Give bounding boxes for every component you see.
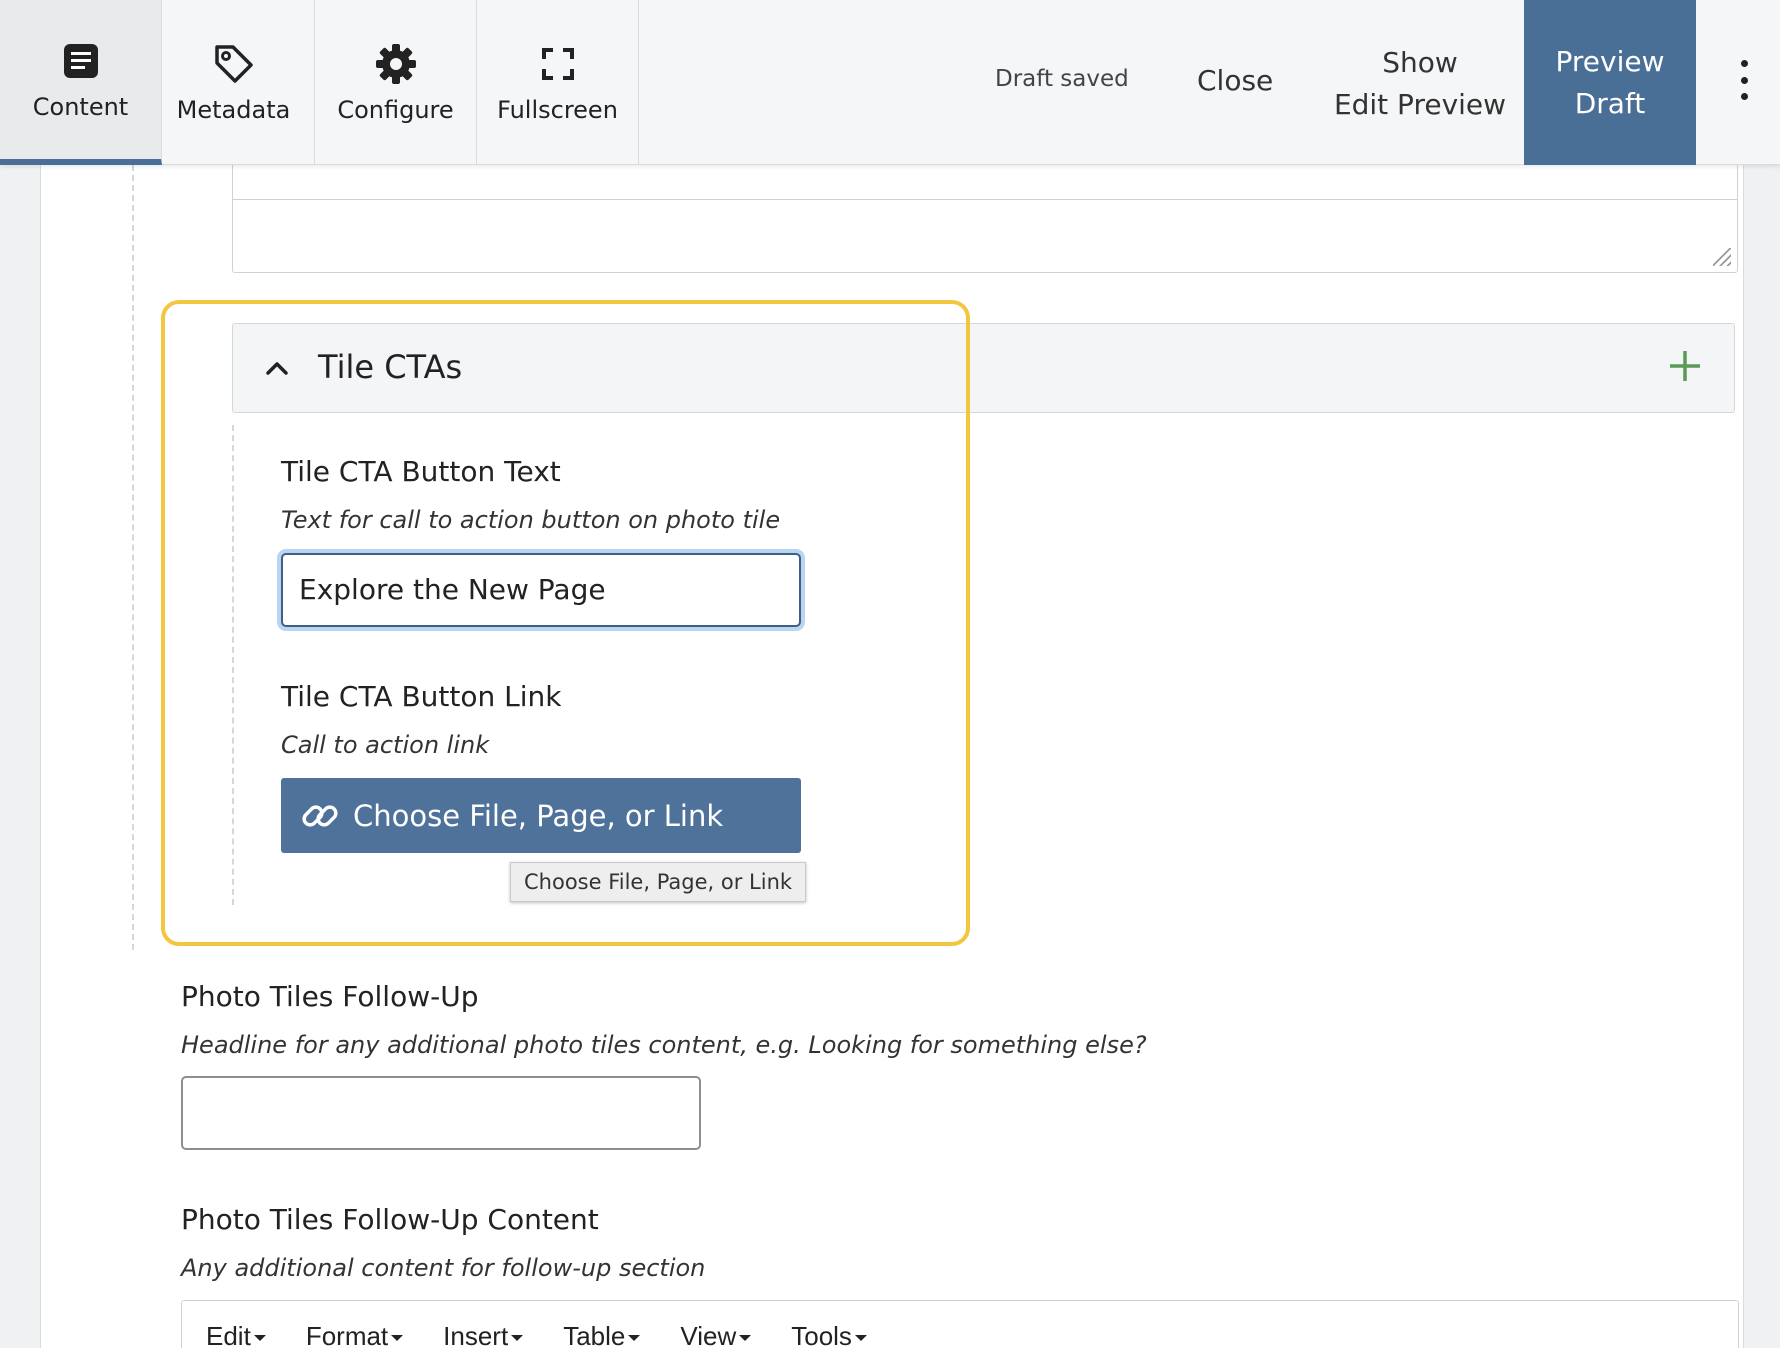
followup-content-help: Any additional content for follow-up sec… — [181, 1254, 706, 1282]
tab-content[interactable]: Content — [0, 0, 162, 165]
resize-handle[interactable] — [1713, 248, 1731, 266]
tile-cta-text-input[interactable]: Explore the New Page — [281, 553, 801, 627]
fullscreen-icon — [536, 42, 580, 86]
tab-metadata-label: Metadata — [176, 95, 291, 124]
tab-content-label: Content — [32, 92, 129, 121]
editor-panel: Tile CTAs Tile CTA Button Text Text for … — [40, 0, 1744, 1348]
gear-icon — [374, 42, 418, 86]
top-toolbar: Content Metadata Configure Fullscreen Dr… — [0, 0, 1780, 165]
add-icon[interactable] — [1665, 346, 1705, 386]
link-icon — [302, 804, 338, 827]
followup-label: Photo Tiles Follow-Up — [181, 980, 479, 1013]
chevron-up-icon[interactable] — [263, 354, 291, 382]
tile-cta-link-label: Tile CTA Button Link — [281, 680, 562, 713]
document-icon — [59, 39, 103, 83]
menu-tools[interactable]: Tools — [791, 1321, 867, 1348]
rich-text-editor[interactable]: Edit Format Insert Table View Tools — [181, 1300, 1739, 1348]
followup-content-label: Photo Tiles Follow-Up Content — [181, 1203, 599, 1236]
textarea-divider — [233, 199, 1737, 200]
tab-configure[interactable]: Configure — [315, 0, 477, 165]
followup-input[interactable] — [181, 1076, 701, 1150]
kebab-icon[interactable] — [1732, 60, 1756, 100]
show-edit-preview-line1: Show — [1382, 46, 1458, 79]
tile-cta-text-help: Text for call to action button on photo … — [281, 506, 781, 534]
menu-table[interactable]: Table — [563, 1321, 640, 1348]
followup-help: Headline for any additional photo tiles … — [181, 1031, 1147, 1059]
menu-edit[interactable]: Edit — [206, 1321, 266, 1348]
choose-link-label: Choose File, Page, or Link — [353, 798, 724, 833]
tile-ctas-header[interactable]: Tile CTAs — [232, 323, 1735, 413]
tab-fullscreen[interactable]: Fullscreen — [477, 0, 639, 165]
editor-menubar: Edit Format Insert Table View Tools — [206, 1321, 867, 1348]
show-edit-preview-button[interactable]: Show Edit Preview — [1330, 42, 1510, 126]
preview-draft-line1: Preview — [1555, 44, 1665, 78]
tag-icon — [212, 42, 256, 86]
nesting-guide-inner — [232, 425, 234, 905]
preview-draft-button[interactable]: Preview Draft — [1524, 0, 1696, 165]
choose-link-tooltip: Choose File, Page, or Link — [510, 862, 807, 902]
tile-ctas-title: Tile CTAs — [318, 348, 463, 386]
tab-metadata[interactable]: Metadata — [153, 0, 315, 165]
tile-cta-text-label: Tile CTA Button Text — [281, 455, 561, 488]
close-button[interactable]: Close — [1197, 64, 1273, 97]
tab-fullscreen-label: Fullscreen — [497, 95, 618, 124]
menu-format[interactable]: Format — [306, 1321, 403, 1348]
tile-cta-link-help: Call to action link — [281, 731, 490, 759]
cms-editor-page: Tile CTAs Tile CTA Button Text Text for … — [0, 0, 1780, 1348]
draft-status: Draft saved — [995, 66, 1129, 92]
nesting-guide — [132, 165, 134, 950]
preview-draft-line2: Draft — [1574, 86, 1646, 120]
show-edit-preview-line2: Edit Preview — [1333, 88, 1507, 121]
tab-configure-label: Configure — [337, 95, 454, 124]
menu-insert[interactable]: Insert — [443, 1321, 523, 1348]
choose-link-button[interactable]: Choose File, Page, or Link — [281, 778, 801, 853]
menu-view[interactable]: View — [680, 1321, 751, 1348]
